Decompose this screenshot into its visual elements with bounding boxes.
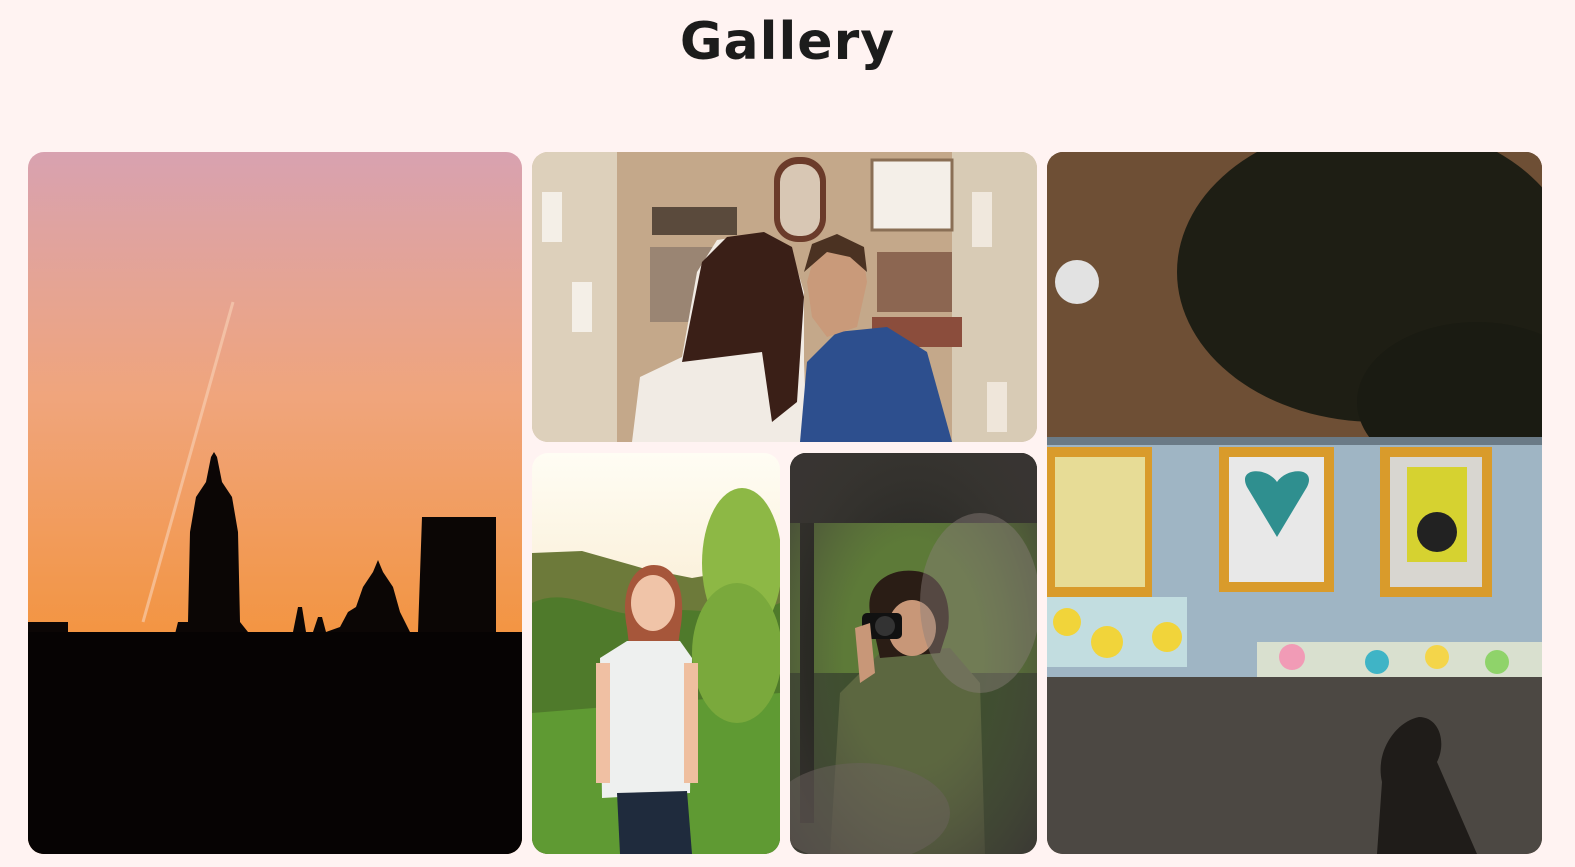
gallery-photo-couple-building[interactable] — [532, 152, 1037, 442]
couple-building-image — [532, 152, 1037, 442]
woman-garden-image — [532, 453, 780, 854]
gallery-photo-woman-garden[interactable] — [532, 453, 780, 854]
gallery-photo-sunset-skyline[interactable] — [28, 152, 522, 854]
gallery-photo-painted-wall[interactable] — [1047, 152, 1542, 854]
gallery-title: Gallery — [679, 12, 896, 72]
painted-wall-image — [1047, 152, 1542, 854]
gallery-photo-man-camera[interactable] — [790, 453, 1037, 854]
sunset-skyline-image — [28, 152, 522, 854]
man-camera-image — [790, 453, 1037, 854]
